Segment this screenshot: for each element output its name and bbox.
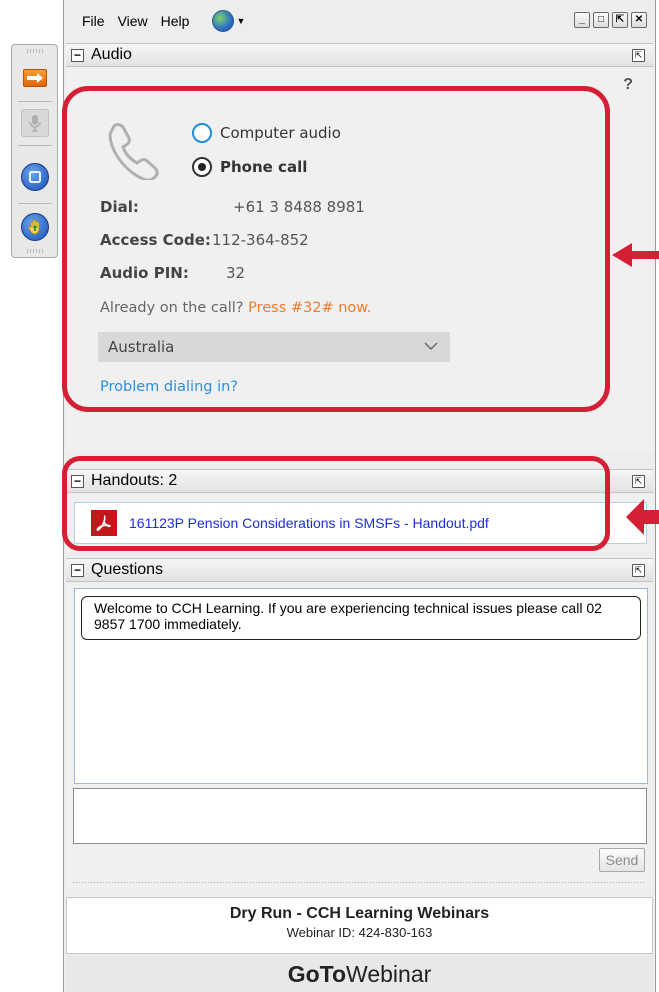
collapse-audio-icon[interactable]: − [71,48,84,62]
window-controls: _ □ ⇱ ✕ [574,12,647,28]
handouts-pointer-arrow-icon [626,499,659,535]
question-input[interactable] [73,788,647,844]
welcome-message: Welcome to CCH Learning. If you are expe… [81,596,641,640]
collapse-questions-icon[interactable]: − [71,563,84,577]
popout-audio-icon[interactable]: ⇱ [632,49,645,62]
popout-questions-icon[interactable]: ⇱ [632,564,645,577]
toolbar-grip-top[interactable] [26,49,44,53]
minimize-icon[interactable]: _ [574,12,590,28]
webinar-id: Webinar ID: 424-830-163 [286,925,433,940]
popout-handouts-icon[interactable]: ⇱ [632,475,645,488]
menu-bar: File View Help ▼ _ □ ⇱ ✕ [64,0,655,42]
questions-panel-header: − Questions ⇱ [66,558,653,582]
audio-pointer-arrow-icon [612,243,659,267]
resize-handle[interactable] [72,881,646,884]
maximize-icon[interactable]: □ [593,12,609,28]
menu-file[interactable]: File [82,13,105,29]
raise-hand-icon[interactable] [21,213,49,241]
audio-panel-title: Audio [91,46,132,63]
toolbar-divider [18,203,52,204]
control-toolbar [11,44,58,258]
toolbar-divider [18,101,52,102]
show-hide-panel-arrow-icon[interactable] [23,69,47,87]
screen-icon[interactable] [21,163,49,191]
brand-bold: GoTo [287,960,347,987]
audio-highlight-box [62,86,610,412]
menu-view[interactable]: View [118,13,148,29]
handouts-highlight-box [62,456,610,551]
send-button[interactable]: Send [599,848,645,872]
popout-icon[interactable]: ⇱ [612,12,628,28]
close-icon[interactable]: ✕ [631,12,647,28]
toolbar-divider [18,145,52,146]
webinar-info: Dry Run - CCH Learning Webinars Webinar … [66,897,653,954]
menu-help[interactable]: Help [161,13,190,29]
globe-icon[interactable] [212,10,235,32]
toolbar-grip-bottom[interactable] [26,249,44,253]
questions-panel: Welcome to CCH Learning. If you are expe… [66,583,653,889]
chevron-down-icon[interactable]: ▼ [236,16,245,26]
questions-panel-title: Questions [91,561,164,578]
help-icon[interactable]: ? [623,76,633,94]
brand-light: Webinar [346,960,432,987]
questions-log[interactable]: Welcome to CCH Learning. If you are expe… [74,588,648,784]
microphone-icon[interactable] [21,109,49,137]
gotowebinar-logo: GoTo Webinar [66,956,653,992]
audio-panel-header: − Audio ⇱ [66,43,653,67]
webinar-title: Dry Run - CCH Learning Webinars [229,905,490,922]
